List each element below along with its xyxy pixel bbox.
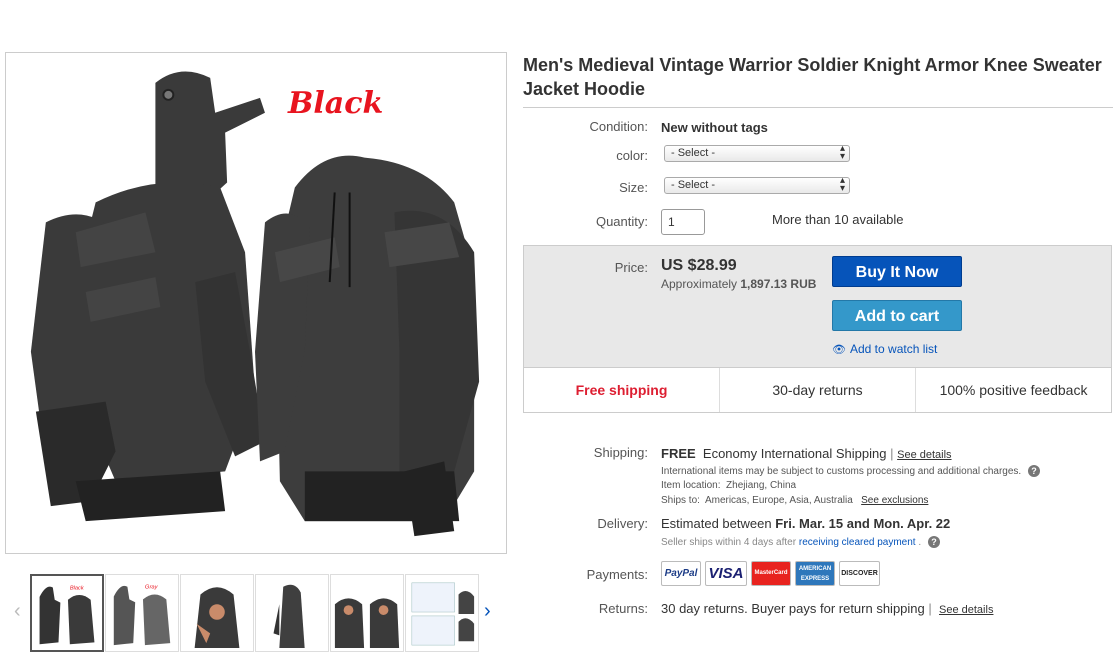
buy-it-now-button[interactable]: Buy It Now (832, 256, 962, 287)
color-label: color: (616, 148, 648, 163)
returns-label: Returns: (598, 601, 648, 616)
svg-text:Gray: Gray (145, 585, 159, 591)
discover-logo: DISCOVER (839, 561, 880, 586)
svg-text:Black: Black (70, 585, 85, 591)
price-value: US $28.99 (661, 257, 737, 274)
item-location: Item location: Zhejiang, China (661, 480, 796, 491)
returns-line: 30 day returns. Buyer pays for return sh… (661, 601, 994, 616)
delivery-prefix: Estimated between (661, 516, 772, 531)
availability-text: More than 10 available (772, 212, 904, 227)
color-select[interactable]: - Select - ▴ ▾ (664, 143, 850, 162)
delivery-note-prefix: Seller ships within 4 days after (661, 537, 797, 548)
cleared-payment-link[interactable]: receiving cleared payment (799, 537, 916, 548)
shipping-see-details-link[interactable]: See details (897, 449, 951, 461)
shipping-cost: FREE (661, 446, 696, 461)
visa-logo: VISA (705, 561, 747, 586)
delivery-estimate: Estimated between Fri. Mar. 15 and Mon. … (661, 516, 950, 531)
select-arrows-icon: ▴ ▾ (839, 175, 845, 194)
thumbnail-strip: ‹ Black Gray › (8, 574, 508, 654)
approx-value: 1,897.13 RUB (740, 277, 817, 291)
thumbnail-6[interactable] (405, 574, 479, 652)
condition-value: New without tags (661, 120, 768, 135)
ships-to: Ships to: Americas, Europe, Asia, Austra… (661, 495, 928, 506)
shipping-method: Economy International Shipping (702, 446, 887, 461)
thumbnail-2[interactable]: Gray (105, 574, 179, 652)
feature-free-shipping: Free shipping (524, 368, 720, 412)
hoodie-illustration (6, 53, 506, 553)
payments-label: Payments: (586, 567, 648, 582)
location-label: Item location: (661, 480, 721, 491)
feature-feedback: 100% positive feedback (939, 382, 1088, 398)
size-select-value: - Select - (671, 179, 716, 191)
thumbnail-3[interactable] (180, 574, 254, 652)
approx-price: Approximately 1,897.13 RUB (661, 277, 816, 291)
quantity-input[interactable]: 1 (661, 209, 705, 235)
main-product-image[interactable] (5, 52, 507, 554)
customs-note: International items may be subject to cu… (661, 465, 1040, 477)
help-icon[interactable]: ? (1027, 465, 1040, 477)
amex-logo: AMERICAN EXPRESS (795, 561, 835, 586)
see-exclusions-link[interactable]: See exclusions (861, 495, 928, 506)
size-label: Size: (619, 180, 648, 195)
returns-text: 30 day returns. Buyer pays for return sh… (661, 601, 925, 616)
location-value: Zhejiang, China (726, 480, 797, 491)
eye-icon: 👁 (832, 344, 846, 356)
shipping-line: FREE Economy International Shipping | Se… (661, 446, 952, 461)
returns-see-details-link[interactable]: See details (939, 604, 993, 616)
add-to-watch-list-link[interactable]: 👁 Add to watch list (832, 342, 937, 356)
price-label: Price: (614, 260, 648, 275)
color-select-value: - Select - (671, 147, 716, 159)
delivery-label: Delivery: (597, 516, 648, 531)
ships-to-label: Ships to: (661, 495, 700, 506)
delivery-range: Fri. Mar. 15 and Mon. Apr. 22 (775, 516, 951, 531)
thumbnail-5[interactable] (330, 574, 404, 652)
delivery-note: Seller ships within 4 days after receivi… (661, 536, 940, 548)
chevron-right-icon[interactable]: › (484, 600, 491, 623)
shipping-label: Shipping: (593, 445, 648, 460)
title-divider (523, 107, 1113, 108)
condition-label: Condition: (589, 119, 648, 134)
features-bar: Free shipping 30-day returns 100% positi… (524, 367, 1111, 412)
size-select[interactable]: - Select - ▴ ▾ (664, 175, 850, 194)
thumbnail-4[interactable] (255, 574, 329, 652)
select-arrows-icon: ▴ ▾ (839, 143, 845, 162)
watch-label: Add to watch list (850, 342, 938, 356)
help-icon[interactable]: ? (927, 536, 940, 548)
customs-note-text: International items may be subject to cu… (661, 466, 1022, 477)
feature-returns: 30-day returns (720, 368, 916, 412)
approx-prefix: Approximately (661, 277, 738, 291)
ships-to-value: Americas, Europe, Asia, Australia (704, 495, 853, 506)
image-color-tag: Black (288, 86, 384, 121)
mastercard-logo: MasterCard (751, 561, 791, 586)
product-title: Men's Medieval Vintage Warrior Soldier K… (523, 55, 1102, 99)
quantity-label: Quantity: (595, 214, 648, 229)
chevron-left-icon[interactable]: ‹ (14, 600, 21, 623)
add-to-cart-button[interactable]: Add to cart (832, 300, 962, 331)
thumbnail-1[interactable]: Black (30, 574, 104, 652)
paypal-logo: PayPal (661, 561, 701, 586)
